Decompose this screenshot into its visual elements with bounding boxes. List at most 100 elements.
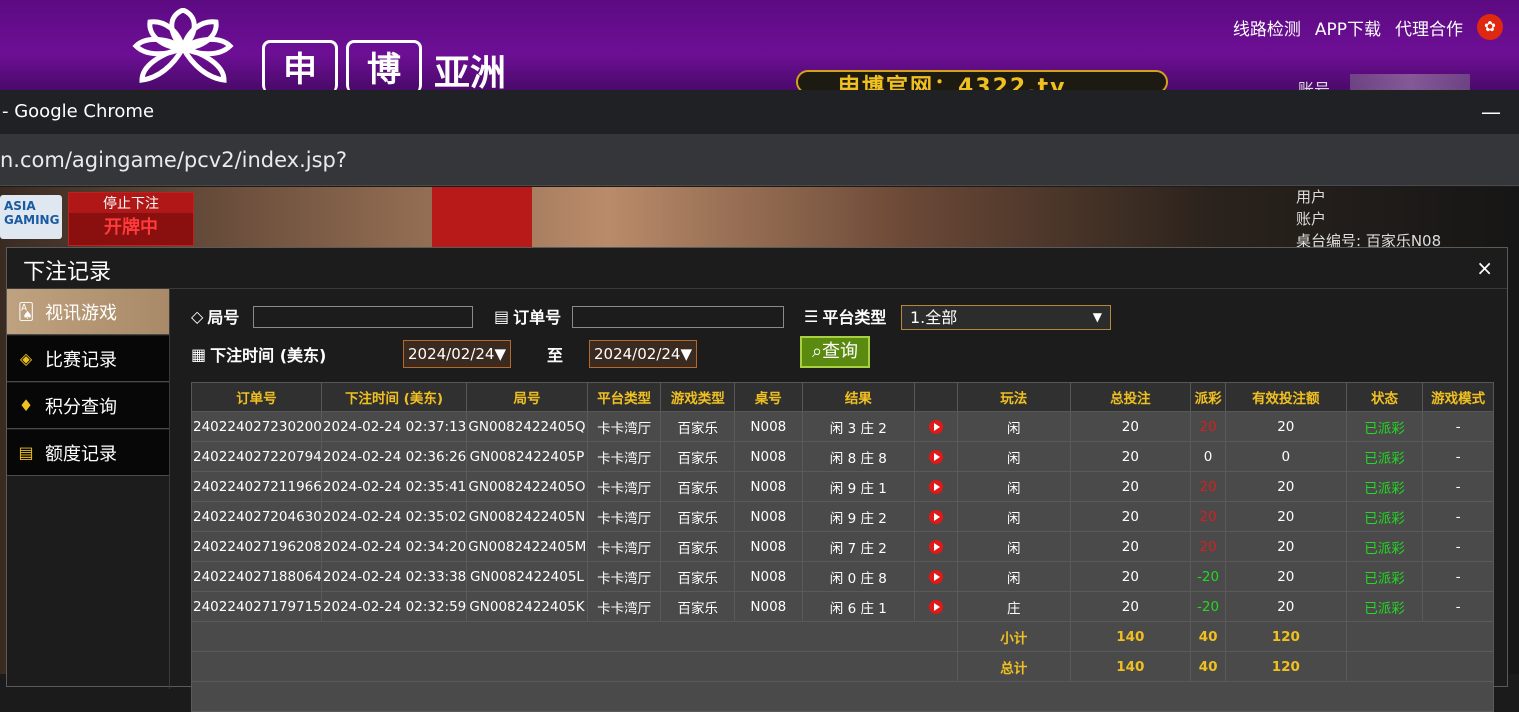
sidebar-item-live-games[interactable]: 🂡 视讯游戏 [7,289,169,335]
logo-subtitle: 亚洲 [434,52,507,94]
cell-valid: 20 [1224,591,1347,622]
play-video-icon[interactable] [929,599,944,614]
cell-round: GN0082422405O [466,471,588,502]
cell-round: GN0082422405N [466,501,588,532]
total-row: 总计 140 40 120 [190,651,1495,682]
platform-type-select[interactable]: 1.全部 ▼ [901,305,1111,330]
play-video-icon[interactable] [929,569,944,584]
cell-time: 2024-02-24 02:32:59 [320,591,468,622]
minimize-button[interactable]: — [1481,90,1501,134]
order-number-input[interactable] [572,306,784,328]
cell-mode: - [1422,561,1494,592]
empty-cell [191,681,1494,712]
header-payout: 派彩 [1190,382,1226,412]
cell-status: 已派彩 [1345,411,1424,442]
sidebar-item-match-records[interactable]: ◈ 比赛记录 [7,336,169,382]
table-row: 240224027188064 2024-02-24 02:33:38 GN0082… [191,561,1494,592]
cell-game: 百家乐 [660,561,736,592]
total-bet: 140 [1069,651,1192,682]
cell-game: 百家乐 [660,441,736,472]
clipboard-icon: ▤ [494,306,510,326]
play-video-icon[interactable] [929,479,944,494]
sidebar-item-label: 积分查询 [45,396,117,418]
date-to-picker[interactable]: 2024/02/24▼ [589,340,697,368]
site-logo-text: 申 博 亚洲 [262,40,506,93]
stop-bet-badge: 停止下注 开牌中 [68,192,194,246]
cell-video [914,441,959,472]
query-button[interactable]: ⌕查询 [800,336,870,368]
round-filter-label: ◇ 局号 [191,304,239,328]
total-spacer [190,651,959,682]
header-platform: 平台类型 [586,382,662,412]
cell-table: N008 [734,501,803,532]
table-info: 用户 账户 桌台编号: 百家乐N08 [1296,186,1441,252]
play-video-icon[interactable] [929,539,944,554]
chrome-title-bar: - Google Chrome — [0,90,1519,134]
site-header: 申 博 亚洲 申博官网：4322.tv 线路检测 APP下载 代理合作 ✿ 账号 [0,0,1519,99]
window-title: - Google Chrome [2,101,155,122]
cell-play: 闲 [957,441,1071,472]
ticket-icon: ◈ [19,349,33,368]
header-round: 局号 [466,382,588,412]
round-label-text: 局号 [207,308,240,327]
cell-status: 已派彩 [1345,561,1424,592]
cell-bet: 20 [1069,591,1192,622]
cell-status: 已派彩 [1345,501,1424,532]
cell-valid: 20 [1224,411,1347,442]
cell-valid: 0 [1224,441,1347,472]
cell-video [914,561,959,592]
asia-gaming-logo: ASIA GAMING [0,195,62,239]
date-from-picker[interactable]: 2024/02/24▼ [403,340,511,368]
subtotal-label: 小计 [957,621,1071,652]
cell-round: GN0082422405L [466,561,588,592]
server-list-icon: ☰ [804,306,819,326]
cell-mode: - [1422,591,1494,622]
cell-result: 闲 0 庄 8 [801,561,916,592]
logo-char-2: 博 [346,40,422,93]
header-status: 状态 [1345,382,1424,412]
cell-game: 百家乐 [660,501,736,532]
nav-app-download[interactable]: APP下载 [1315,15,1381,40]
dealing-label: 开牌中 [104,217,158,238]
cell-bet: 20 [1069,441,1192,472]
cell-order: 240224027196208 [191,531,322,562]
hk-flag-icon[interactable]: ✿ [1477,14,1503,40]
round-number-input[interactable] [253,306,473,328]
header-valid-bet: 有效投注额 [1224,382,1347,412]
cell-mode: - [1422,531,1494,562]
close-icon[interactable]: × [1476,256,1493,280]
cell-order: 240224027188064 [191,561,322,592]
modal-sidebar: 🂡 视讯游戏 ◈ 比赛记录 ♦ 积分查询 ▤ 额度记录 [7,289,170,689]
total-tail [1345,651,1495,682]
cell-order: 240224027179715 [191,591,322,622]
cell-payout: 20 [1190,471,1226,502]
header-game-mode: 游戏模式 [1422,382,1494,412]
order-label-text: 订单号 [513,308,562,327]
cell-video [914,501,959,532]
nav-agent-cooperation[interactable]: 代理合作 [1395,15,1463,40]
subtotal-bet: 140 [1069,621,1192,652]
cell-platform: 卡卡湾厅 [586,411,662,442]
cell-status: 已派彩 [1345,591,1424,622]
cell-play: 庄 [957,591,1071,622]
sidebar-item-credit-records[interactable]: ▤ 额度记录 [7,430,169,476]
play-video-icon[interactable] [929,509,944,524]
cell-valid: 20 [1224,531,1347,562]
subtotal-payout: 40 [1190,621,1226,652]
cell-time: 2024-02-24 02:36:26 [320,441,468,472]
cell-table: N008 [734,471,803,502]
play-video-icon[interactable] [929,419,944,434]
sidebar-item-points-query[interactable]: ♦ 积分查询 [7,383,169,429]
chevron-down-icon: ▼ [1092,310,1102,324]
cell-payout: 0 [1190,441,1226,472]
header-total-bet: 总投注 [1069,382,1192,412]
address-bar[interactable]: n.com/agingame/pcv2/index.jsp? [0,134,1519,186]
play-video-icon[interactable] [929,449,944,464]
cell-status: 已派彩 [1345,441,1424,472]
order-filter-label: ▤ 订单号 [494,304,561,328]
nav-line-check[interactable]: 线路检测 [1233,15,1301,40]
cell-result: 闲 7 庄 2 [801,531,916,562]
header-table-no: 桌号 [734,382,803,412]
url-text: n.com/agingame/pcv2/index.jsp? [0,148,348,172]
cell-table: N008 [734,561,803,592]
